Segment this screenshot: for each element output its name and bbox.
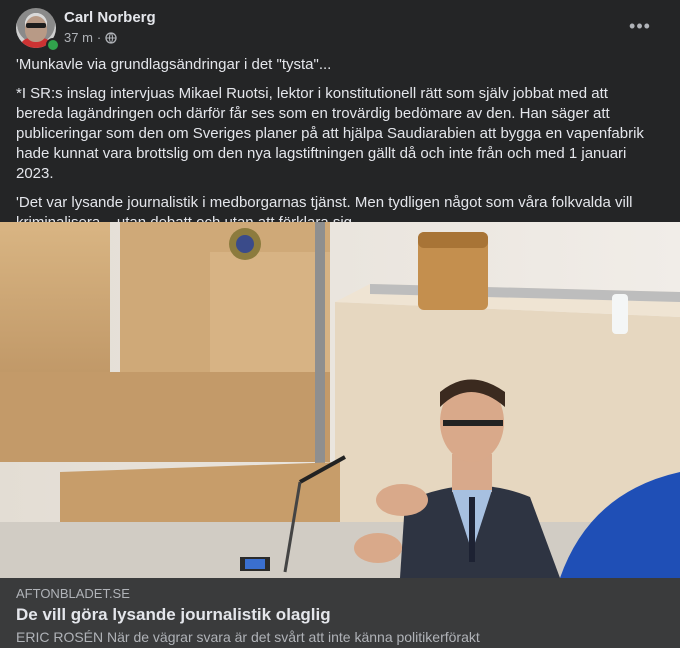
meta-separator: · (96, 30, 102, 45)
link-description: ERIC ROSÉN När de vägrar svara är det sv… (16, 629, 480, 645)
link-preview-footer[interactable]: AFTONBLADET.SE De vill göra lysande jour… (0, 578, 680, 648)
online-status-icon (46, 38, 60, 52)
avatar-glasses (26, 23, 46, 28)
post-paragraph: *I SR:s inslag intervjuas Mikael Ruotsi,… (16, 85, 644, 182)
post-header: Carl Norberg 37 m · ••• (16, 8, 664, 52)
post-time[interactable]: 37 m (64, 30, 93, 45)
post-paragraph: 'Munkavle via grundlagsändringar i det "… (16, 56, 332, 73)
link-title[interactable]: De vill göra lysande journalistik olagli… (16, 605, 331, 625)
avatar-face (25, 16, 47, 42)
globe-icon[interactable] (105, 31, 117, 44)
post-text: 'Munkavle via grundlagsändringar i det "… (16, 55, 656, 242)
parliament-photo (0, 222, 680, 578)
more-options-button[interactable]: ••• (626, 14, 654, 38)
link-preview-image[interactable] (0, 222, 680, 578)
author-name[interactable]: Carl Norberg (64, 9, 156, 26)
post-meta: 37 m · (64, 30, 117, 45)
link-domain: AFTONBLADET.SE (16, 586, 130, 601)
feed-post: Carl Norberg 37 m · ••• 'Munkavle via gr… (0, 0, 680, 648)
